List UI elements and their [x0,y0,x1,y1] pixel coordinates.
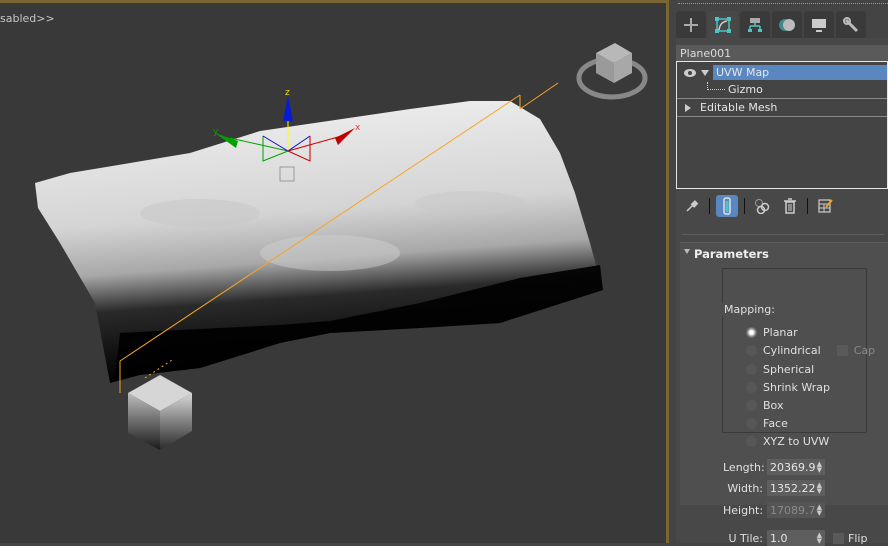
radio-button[interactable] [746,435,757,447]
height-value[interactable]: 17089.7 [770,504,816,517]
y-axis-label: y [213,127,219,137]
remove-modifier-button[interactable] [779,195,801,217]
x-axis-label: x [355,123,361,133]
radio-button[interactable] [746,417,757,429]
height-row: Height: 17089.7 ▲ ▼ [723,502,825,518]
spinner-arrows-icon[interactable]: ▲ ▼ [817,482,822,495]
spinner-arrows-icon[interactable]: ▲ ▼ [817,461,822,474]
expand-arrow-icon[interactable] [685,103,691,112]
panel-drag-handle[interactable] [678,3,888,5]
width-spinner[interactable]: 1352.22 ▲ ▼ [767,480,825,496]
toolbar-separator [744,198,745,214]
tab-hierarchy[interactable] [740,11,770,38]
configure-modifier-sets-button[interactable] [814,195,836,217]
toolbar-separator [807,198,808,214]
spinner-arrows-icon[interactable]: ▲ ▼ [817,532,822,545]
stack-divider [677,116,887,117]
cap-label: Cap [853,343,876,357]
collapse-arrow-icon[interactable] [701,69,709,76]
pin-icon [686,200,699,212]
plus-icon [684,17,698,32]
stack-item-gizmo[interactable]: Gizmo [677,81,887,98]
parameters-rollout: Parameters Mapping: Planar Cylindrical C… [680,242,888,546]
eye-icon[interactable] [683,68,697,78]
radio-button[interactable] [746,381,757,393]
radio-button[interactable] [746,363,757,375]
tab-create[interactable] [676,11,706,38]
radio-xyz-to-uvw[interactable]: XYZ to UVW [746,433,829,449]
radio-label: Cylindrical [763,343,821,357]
command-panel-tabs [676,11,866,38]
show-end-result-icon [723,197,731,215]
tab-display[interactable] [804,11,834,38]
make-unique-icon [755,199,770,214]
spinner-arrows-icon[interactable]: ▲ ▼ [817,504,822,517]
rollout-collapse-icon[interactable] [684,249,690,254]
flip-checkbox[interactable] [833,532,844,544]
perspective-viewport[interactable]: z y x sabled>> [0,0,669,543]
configure-icon [818,199,833,213]
trash-icon [784,198,796,214]
radio-label: Planar [763,325,798,339]
modify-icon [715,16,731,33]
modifier-stack-toolbar [676,193,888,219]
length-row: Length: 20369.9 ▲ ▼ [723,459,825,475]
radio-button[interactable] [746,344,757,356]
motion-icon [779,18,795,31]
make-unique-button[interactable] [751,195,773,217]
viewcube-icon [576,43,648,100]
length-spinner[interactable]: 20369.9 ▲ ▼ [767,459,825,475]
radio-label: Face [763,416,788,430]
rollout-divider[interactable] [682,234,884,235]
utile-spinner[interactable]: 1.0 ▲ ▼ [767,530,825,546]
hierarchy-icon [748,17,762,32]
tab-utilities[interactable] [836,11,866,38]
stack-item-label: Editable Mesh [700,101,778,114]
radio-label: Box [763,398,784,412]
cap-checkbox[interactable] [836,344,848,356]
width-label: Width: [727,481,763,495]
utile-row: U Tile: 1.0 ▲ ▼ Flip [723,530,867,546]
wrench-icon [843,16,859,32]
box-object [128,375,192,450]
radio-box[interactable]: Box [746,397,783,413]
radio-shrink-wrap[interactable]: Shrink Wrap [746,379,830,395]
radio-label: Spherical [763,362,815,376]
stack-item-label: Gizmo [728,83,763,96]
tab-modify[interactable] [708,11,738,38]
toolbar-separator [709,198,710,214]
radio-button[interactable] [746,326,757,338]
tree-connector [707,81,725,90]
viewport-scene[interactable]: z y x [0,3,669,543]
radio-spherical[interactable]: Spherical [746,361,814,377]
rollout-title[interactable]: Parameters [694,247,769,261]
radio-cylindrical[interactable]: Cylindrical Cap [746,342,875,358]
width-value[interactable]: 1352.22 [770,482,816,495]
mapping-label: Mapping: [722,303,777,316]
height-label: Height: [723,503,764,517]
viewport-label[interactable]: sabled>> [0,12,55,25]
display-icon [812,18,826,32]
stack-item-editable-mesh[interactable]: Editable Mesh [677,99,887,116]
stack-item-label: UVW Map [713,65,887,80]
length-label: Length: [723,460,765,474]
show-end-result-button[interactable] [716,195,738,217]
width-row: Width: 1352.22 ▲ ▼ [723,480,825,496]
radio-face[interactable]: Face [746,415,788,431]
pin-stack-button[interactable] [681,195,703,217]
radio-label: XYZ to UVW [763,434,830,448]
modifier-stack: UVW Map Gizmo Editable Mesh [676,61,888,189]
command-panel: Plane001 Modifier List UVW Map Gizmo Edi… [672,0,888,546]
tab-motion[interactable] [772,11,802,38]
height-spinner[interactable]: 17089.7 ▲ ▼ [767,502,825,518]
z-axis-label: z [285,88,290,98]
length-value[interactable]: 20369.9 [770,461,816,474]
stack-item-uvw-map[interactable]: UVW Map [677,64,887,81]
radio-label: Shrink Wrap [763,380,830,394]
radio-button[interactable] [746,399,757,411]
radio-planar[interactable]: Planar [746,324,798,340]
